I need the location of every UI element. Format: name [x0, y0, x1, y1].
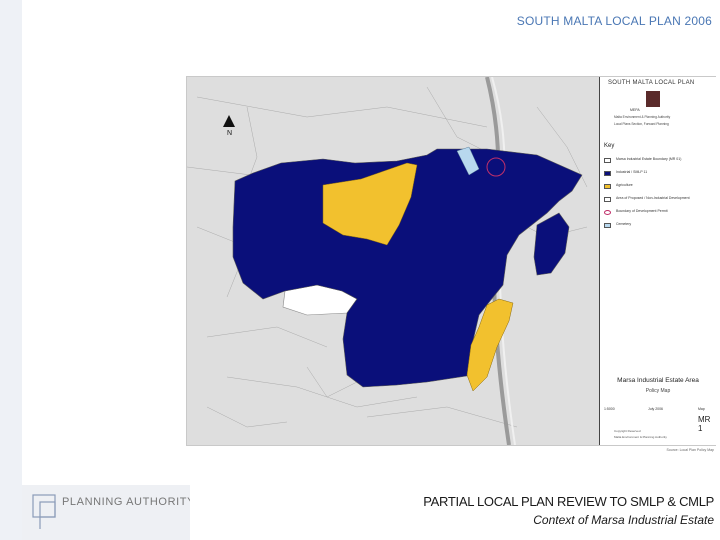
legend-swatch: [604, 223, 611, 228]
map-area: N: [187, 77, 599, 445]
legend-item: Marsa Industrial Estate Boundary (MR 01): [604, 157, 714, 165]
logo-text: PLANNING AUTHORITY: [62, 496, 196, 508]
legend-map-subtitle: Policy Map: [645, 388, 671, 394]
legend-map-title: Marsa Industrial Estate Area: [617, 377, 699, 384]
legend-item-label: Area of Proposed / Non-Industrial Develo…: [616, 196, 690, 200]
legend-note-1: Malta Environment & Planning Authority: [614, 115, 671, 119]
legend-swatch: [604, 197, 611, 202]
map-credit: Source: Local Plan Policy Map: [666, 448, 714, 452]
legend-swatch: [604, 158, 611, 163]
legend-item: Cemetery: [604, 222, 714, 230]
legend-item-label: Cemetery: [616, 222, 632, 226]
map-figure: N SOUTH MALTA LOCAL PLAN MEPA Malta Envi…: [186, 76, 716, 446]
legend-item-label: Agriculture: [616, 183, 633, 187]
legend-item: Agriculture: [604, 183, 714, 191]
legend-item-label: Industrial / SMLP 11: [616, 170, 648, 174]
legend-swatch: [604, 210, 611, 215]
legend-footer-note-2: Malta Environment & Planning Authority: [614, 435, 667, 439]
legend-item: Area of Proposed / Non-Industrial Develo…: [604, 196, 714, 204]
legend-item: Boundary of Development Permit: [604, 209, 714, 217]
map-legend-panel: SOUTH MALTA LOCAL PLAN MEPA Malta Enviro…: [599, 77, 716, 445]
page-title: SOUTH MALTA LOCAL PLAN 2006: [516, 14, 712, 28]
legend-swatch: [604, 184, 611, 189]
legend-scale: 1:5000: [604, 407, 615, 411]
legend-item-label: Marsa Industrial Estate Boundary (MR 01): [616, 157, 682, 161]
footer-title: PARTIAL LOCAL PLAN REVIEW TO SMLP & CMLP: [423, 494, 714, 509]
map-svg: N: [187, 77, 599, 445]
planning-authority-logo-icon: [32, 494, 56, 529]
mepa-logo-icon: [646, 91, 660, 107]
legend-plan-title: SOUTH MALTA LOCAL PLAN: [608, 80, 695, 86]
legend-footer-note-1: Copyright Reserved: [614, 429, 641, 433]
legend-item-label: Boundary of Development Permit: [616, 209, 668, 213]
left-sidebar-strip: [0, 0, 22, 540]
legend-map-number: MR 1: [698, 415, 711, 433]
legend-key-title: Key: [604, 143, 615, 149]
footer-subtitle: Context of Marsa Industrial Estate: [533, 513, 714, 527]
legend-map-label: Map: [698, 407, 705, 411]
legend-item: Industrial / SMLP 11: [604, 170, 714, 178]
legend-swatch: [604, 171, 611, 176]
legend-date: July 2006: [648, 407, 663, 411]
legend-logo-caption: MEPA: [630, 108, 640, 112]
svg-text:N: N: [227, 130, 232, 137]
legend-note-2: Local Plans Section, Forward Planning: [614, 122, 669, 126]
